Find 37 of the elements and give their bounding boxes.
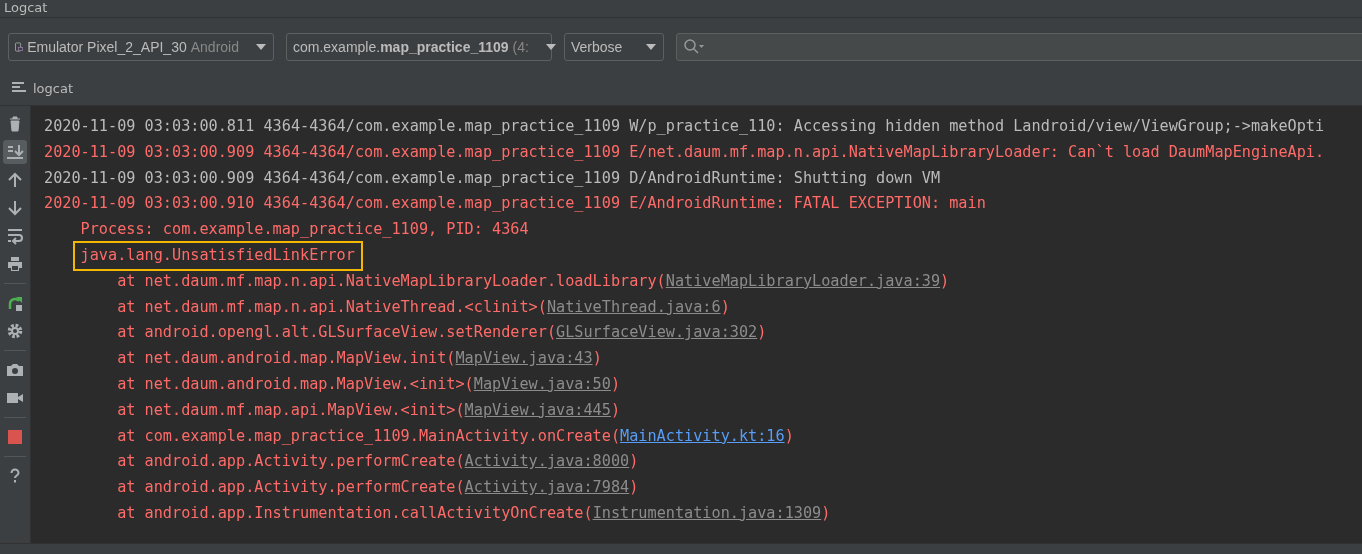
highlighted-log-line: java.lang.UnsatisfiedLinkError: [74, 243, 361, 269]
search-field[interactable]: [676, 33, 1362, 61]
caret-icon: [255, 43, 267, 51]
stack-trace-line: at android.opengl.alt.GLSurfaceView.setRenderer(GLSurfaceView.java:302): [117, 322, 767, 344]
source-link[interactable]: Activity.java:7984: [464, 478, 630, 497]
stack-trace-line: at android.app.Instrumentation.callActivityOnCreate(Instrumentation.java:1309): [117, 502, 831, 524]
search-icon: [683, 38, 705, 56]
source-link[interactable]: MainActivity.kt:16: [620, 426, 785, 445]
stack-trace-line: at net.daum.mf.map.n.api.NativeMapLibraryLoader.loadLibrary(NativeMapLibraryLoader.java:39): [117, 270, 950, 292]
lines-icon: [12, 82, 26, 94]
log-level-dropdown[interactable]: Verbose: [564, 33, 664, 61]
source-link[interactable]: NativeMapLibraryLoader.java:39: [665, 271, 941, 290]
log-line: 2020-11-09 03:03:00.909 4364-4364/com.example.map_practice_1109 E/net.daum.mf.map.n.api.NativeMapLibraryLoader: Can`t load DaumMapEngineApi.: [44, 141, 1325, 163]
log-line: Process: com.example.map_practice_1109, PID: 4364: [80, 219, 529, 241]
caret-icon: [544, 43, 557, 51]
device-dropdown[interactable]: Emulator Pixel_2_API_30 Android: [8, 33, 274, 61]
log-line: 2020-11-09 03:03:00.811 4364-4364/com.example.map_practice_1109 W/p_practice_110: Accessing hidden method Landroid/view/ViewGroup;->makeOpti: [44, 116, 1325, 137]
stack-trace-line: at net.daum.mf.map.api.MapView.<init>(MapView.java:445): [117, 399, 621, 421]
stack-trace-line: at com.example.map_practice_1109.MainActivity.onCreate(MainActivity.kt:16): [117, 425, 794, 447]
source-link[interactable]: MapView.java:445: [464, 400, 611, 419]
stack-trace-line: at android.app.Activity.performCreate(Activity.java:7984): [117, 477, 639, 499]
source-link[interactable]: MapView.java:43: [455, 349, 593, 368]
stack-trace-line: at net.daum.android.map.MapView.<init>(MapView.java:50): [117, 373, 621, 395]
source-link[interactable]: Activity.java:8000: [464, 452, 630, 471]
log-line: 2020-11-09 03:03:00.909 4364-4364/com.example.map_practice_1109 D/AndroidRuntime: Shutting down VM: [44, 167, 941, 189]
stack-trace-line: at net.daum.android.map.MapView.init(MapView.java:43): [117, 348, 602, 370]
logcat-tab[interactable]: logcat: [12, 80, 74, 96]
window-title: Logcat: [0, 0, 1362, 18]
source-link[interactable]: NativeThread.java:6: [546, 297, 721, 316]
source-link[interactable]: Instrumentation.java:1309: [592, 503, 822, 522]
caret-icon: [645, 43, 657, 51]
stack-trace-line: at android.app.Activity.performCreate(Activity.java:8000): [117, 451, 639, 473]
log-line: 2020-11-09 03:03:00.910 4364-4364/com.example.map_practice_1109 E/AndroidRuntime: FATAL EXCEPTION: main: [44, 193, 986, 215]
scroll-to-end-icon[interactable]: [3, 140, 27, 164]
stack-trace-line: at net.daum.mf.map.n.api.NativeThread.<clinit>(NativeThread.java:6): [117, 296, 730, 318]
source-link[interactable]: MapView.java:50: [473, 374, 611, 393]
source-link[interactable]: GLSurfaceView.java:302: [556, 323, 758, 342]
